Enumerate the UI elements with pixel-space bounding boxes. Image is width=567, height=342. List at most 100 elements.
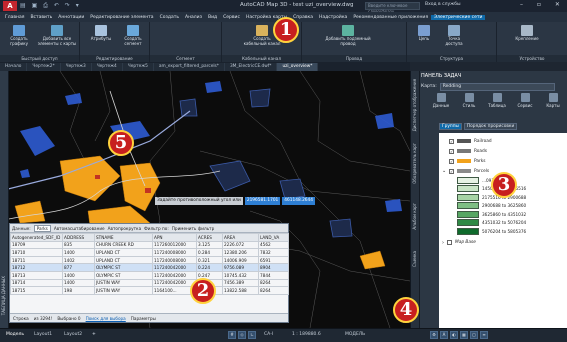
table-cell[interactable]: 4562 [258,240,289,250]
table-cell[interactable]: UPLAND CT [94,255,153,265]
mount-button[interactable]: Крепление [507,25,547,42]
sign-in-link[interactable]: Вход в службы [425,2,461,7]
document-tab[interactable]: Чертеж2* [27,63,61,71]
column-header[interactable]: LAND_VA [258,233,289,242]
table-cell[interactable]: 18712 [10,263,63,272]
create-segment-button[interactable]: Создать сегмент [118,25,148,46]
column-header[interactable]: APN [152,233,197,242]
data-tool-button[interactable]: Данные [429,93,453,108]
table-cell[interactable]: 18714 [10,278,63,288]
table-cell[interactable]: 18715 [10,286,63,295]
table-cell[interactable]: JUSTIN WAY [94,278,153,288]
layer-checkbox[interactable]: ✓ [449,148,454,154]
table-cell[interactable]: 117240008000 [152,248,197,257]
add-underground-wire-button[interactable]: Добавить подземный провод [322,25,374,46]
hardware-acceleration-icon[interactable]: ▦ [460,331,468,339]
column-header[interactable]: STNAME [94,233,153,242]
table-cell[interactable]: 13822.588 [222,286,259,295]
table-row[interactable]: 18710 1400 UPLAND CT 117240008000 0.284 12380… [10,248,289,257]
table-cell[interactable]: UPLAND CT [94,248,153,257]
table-cell[interactable]: 10745.432 [222,270,259,280]
table-cell[interactable]: 7832 [258,248,289,257]
layer-checkbox[interactable]: ✓ [449,168,454,174]
document-tab[interactable]: Чертеж5 [122,63,154,71]
layer-row-map-base[interactable]: › Map Base [439,238,567,248]
window-controls[interactable]: – ▫ ✕ [520,1,566,8]
table-row[interactable]: 18715198JUSTIN WAY1164100...0.31713822.5… [10,286,289,295]
ribbon-tab[interactable]: Вид [205,15,220,20]
layer-checkbox[interactable]: ✓ [449,158,454,164]
table-cell[interactable]: 8264 [258,278,289,288]
table-cell[interactable]: 8904 [258,263,289,272]
table-cell[interactable]: 117240042000 [152,270,197,280]
ribbon-tab[interactable]: Создать [157,15,182,20]
layer-checkbox[interactable] [447,240,452,245]
workspace-icon[interactable]: ⚙ [430,331,438,339]
layout2-tab[interactable]: Layout2 [64,332,82,337]
model-tab[interactable]: Модель [6,332,24,337]
isolate-objects-icon[interactable]: ◐ [450,331,458,339]
table-cell[interactable]: 0.224 [196,263,223,272]
access-point-button[interactable]: Точка доступа [439,25,469,46]
table-cell[interactable]: 9756.089 [222,263,259,272]
table-cell[interactable]: JUSTIN WAY [94,286,153,295]
document-tab[interactable]: Чертеж4 [91,63,123,71]
create-graphics-button[interactable]: Создать графику [2,25,36,46]
ribbon-tab[interactable]: Электрические сети [431,14,486,20]
maps-tool-button[interactable]: Карты [541,93,565,108]
column-header[interactable]: ACRES [196,233,223,242]
table-cell[interactable]: OLYMPIC ST [94,263,153,272]
table-row[interactable]: 18709 835 CHURN CREEK RD 117260012000 3.125 2… [10,240,289,250]
model-space-indicator[interactable]: МОДЕЛЬ [345,332,365,337]
annotation-scale-icon[interactable]: A [440,331,448,339]
map-explorer-tab[interactable]: Обозреватель карт [412,143,417,184]
app-menu-button[interactable]: A [3,1,17,11]
table-tool-button[interactable]: Таблица [485,93,509,108]
draw-order-view-button[interactable]: Порядок прорисовки [463,123,518,130]
map-book-tab[interactable]: Альбом карт [412,203,417,230]
circuit-button[interactable]: Цепь [411,25,437,42]
table-cell[interactable]: 1400 [62,248,95,257]
map-dropdown[interactable]: Redding [439,82,555,91]
survey-tab[interactable]: Съемка [412,251,417,267]
document-tab[interactable]: uzi_overview* [277,63,319,71]
table-cell[interactable]: CHURN CREEK RD [94,240,153,250]
table-cell[interactable]: 877 [62,263,95,272]
expand-icon[interactable]: › [442,240,444,246]
add-all-features-button[interactable]: Добавить все элементы с карты [36,25,78,46]
document-tab[interactable]: Чертеж3 [60,63,92,71]
scale-indicator[interactable]: 1 : 189880.6 [292,332,321,337]
layer-checkbox[interactable]: ✓ [449,138,454,144]
table-cell[interactable]: 117240008000 [152,255,197,265]
customization-menu-icon[interactable]: ≡ [480,331,488,339]
table-cell[interactable]: 3.125 [196,240,223,250]
ribbon-tab[interactable]: Сервис [220,15,243,20]
table-cell[interactable]: 18713 [10,270,63,280]
table-cell[interactable]: 12380.206 [222,248,259,257]
table-cell[interactable]: 117240042000 [152,263,197,272]
layer-dropdown[interactable]: Parks [33,224,51,232]
table-cell[interactable]: 18710 [10,248,63,257]
document-tab[interactable]: Начало [0,63,28,71]
column-header[interactable]: AREA [222,233,259,242]
groups-view-button[interactable]: Группы [439,123,462,130]
layout1-tab[interactable]: Layout1 [34,332,52,337]
grid-toggle-icon[interactable]: # [228,331,236,339]
add-layout-button[interactable]: + [92,332,96,337]
table-cell[interactable]: 6591 [258,255,289,265]
filter-by-button[interactable]: Фильтр по: [144,226,169,231]
table-cell[interactable]: 18709 [10,240,63,250]
apply-filter-button[interactable]: Применить фильтр [172,226,215,231]
clean-screen-icon[interactable]: ▢ [470,331,478,339]
ribbon-tab[interactable]: Надстройка [316,15,350,20]
coordinate-x-field[interactable]: 2196581.1701 [244,197,281,205]
ortho-toggle-icon[interactable]: ∟ [248,331,256,339]
table-cell[interactable]: 0.284 [196,248,223,257]
display-manager-tab[interactable]: Диспетчер отображения [412,79,417,131]
table-cell[interactable]: 117260012000 [152,240,197,250]
table-row[interactable]: 18711 1402 UPLAND CT 117240008000 0.321 14006… [10,255,289,265]
column-header[interactable]: ADDRESS [62,233,95,242]
options-button[interactable]: Параметры [131,316,156,321]
layer-row[interactable]: ✓ Parks [439,156,567,166]
table-row[interactable]: 18712 877 OLYMPIC ST 117240042000 0.224 9756.… [10,263,289,272]
